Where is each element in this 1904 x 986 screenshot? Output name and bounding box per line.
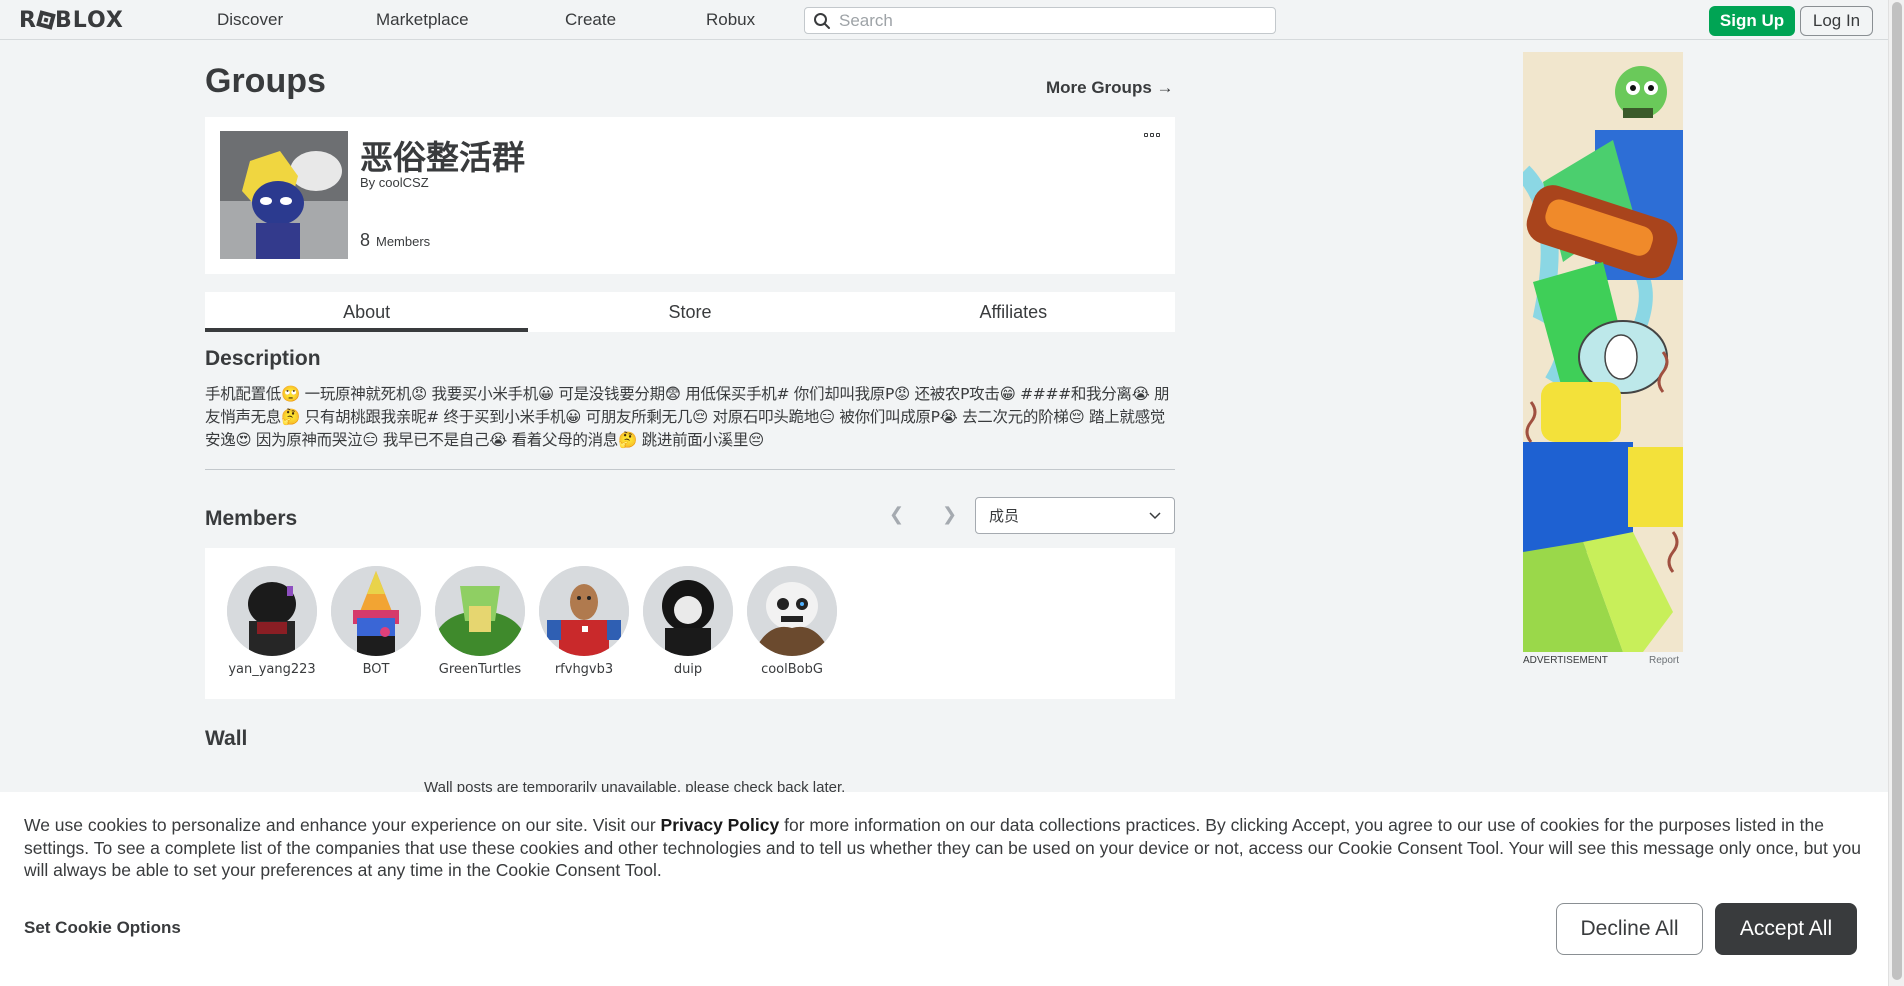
advertisement-label: ADVERTISEMENT <box>1523 655 1608 666</box>
cookie-text-start: We use cookies to personalize and enhanc… <box>24 815 661 835</box>
more-options-icon[interactable] <box>1144 133 1161 139</box>
set-cookie-options-link[interactable]: Set Cookie Options <box>24 918 181 938</box>
group-owner-link[interactable]: coolCSZ <box>379 175 429 190</box>
sign-up-button[interactable]: Sign Up <box>1709 6 1795 36</box>
member-role-select[interactable]: 成员 <box>975 497 1175 534</box>
scrollbar-thumb[interactable] <box>1892 2 1902 980</box>
list-item[interactable]: BOT <box>324 566 428 677</box>
roblox-logo[interactable]: R BLOX <box>19 8 124 33</box>
tab-store[interactable]: Store <box>528 292 851 332</box>
list-item[interactable]: coolBobG <box>740 566 844 677</box>
member-role-selected: 成员 <box>989 507 1020 525</box>
group-emblem-image <box>220 131 348 259</box>
nav-create[interactable]: Create <box>565 10 616 30</box>
chevron-down-icon <box>1149 511 1161 519</box>
avatar[interactable] <box>227 566 317 656</box>
list-item[interactable]: GreenTurtles <box>428 566 532 677</box>
member-name[interactable]: rfvhgvb3 <box>532 662 636 677</box>
avatar[interactable] <box>331 566 421 656</box>
wall-heading: Wall <box>205 727 248 750</box>
group-owner-line: By coolCSZ <box>360 175 429 190</box>
page-title: Groups <box>205 62 326 100</box>
logo-text: R BLOX <box>19 8 124 33</box>
group-name: 恶俗整活群 <box>360 138 525 177</box>
log-in-button[interactable]: Log In <box>1800 6 1873 36</box>
avatar[interactable] <box>435 566 525 656</box>
members-prev-page-icon[interactable]: ❮ <box>889 504 904 525</box>
privacy-policy-link[interactable]: Privacy Policy <box>661 815 780 835</box>
section-divider <box>205 469 1175 470</box>
top-navigation-bar: R BLOX Discover Marketplace Create Robux … <box>0 0 1888 40</box>
more-groups-link[interactable]: More Groups → <box>1046 78 1174 98</box>
avatar[interactable] <box>539 566 629 656</box>
member-count-label: Members <box>376 234 431 249</box>
ad-report-link[interactable]: Report <box>1649 655 1679 666</box>
group-description: 手机配置低🙄 一玩原神就死机😡 我要买小米手机😀 可是没钱要分期😨 用低保买手机… <box>205 385 1170 449</box>
search-box <box>804 7 1276 34</box>
members-heading: Members <box>205 507 298 530</box>
tab-affiliates[interactable]: Affiliates <box>852 292 1175 332</box>
member-name[interactable]: GreenTurtles <box>428 662 532 677</box>
cookie-consent-banner: We use cookies to personalize and enhanc… <box>0 792 1888 986</box>
group-header-card: 恶俗整活群 By coolCSZ 8 Members <box>205 117 1175 274</box>
advertisement-banner[interactable] <box>1523 52 1683 652</box>
member-name[interactable]: duip <box>636 662 740 677</box>
nav-robux[interactable]: Robux <box>706 10 755 30</box>
decline-all-button[interactable]: Decline All <box>1556 903 1703 955</box>
members-list: yan_yang223 BOT GreenTurtles rfvhgvb3 du… <box>205 548 1175 699</box>
members-next-page-icon[interactable]: ❯ <box>942 504 957 525</box>
search-input[interactable] <box>839 10 1259 31</box>
nav-discover[interactable]: Discover <box>217 10 283 30</box>
avatar[interactable] <box>747 566 837 656</box>
description-heading: Description <box>205 347 321 370</box>
member-name[interactable]: coolBobG <box>740 662 844 677</box>
owner-prefix: By <box>360 175 376 190</box>
list-item[interactable]: rfvhgvb3 <box>532 566 636 677</box>
list-item[interactable]: yan_yang223 <box>220 566 324 677</box>
accept-all-button[interactable]: Accept All <box>1715 903 1857 955</box>
avatar[interactable] <box>643 566 733 656</box>
nav-marketplace[interactable]: Marketplace <box>376 10 469 30</box>
tab-about[interactable]: About <box>205 292 529 332</box>
page-scrollbar[interactable] <box>1888 0 1904 986</box>
member-count: 8 <box>360 230 371 250</box>
cookie-message: We use cookies to personalize and enhanc… <box>24 814 1874 882</box>
member-name[interactable]: yan_yang223 <box>220 662 324 677</box>
group-tabs: About Store Affiliates <box>205 292 1175 332</box>
list-item[interactable]: duip <box>636 566 740 677</box>
member-name[interactable]: BOT <box>324 662 428 677</box>
search-icon <box>814 12 830 29</box>
